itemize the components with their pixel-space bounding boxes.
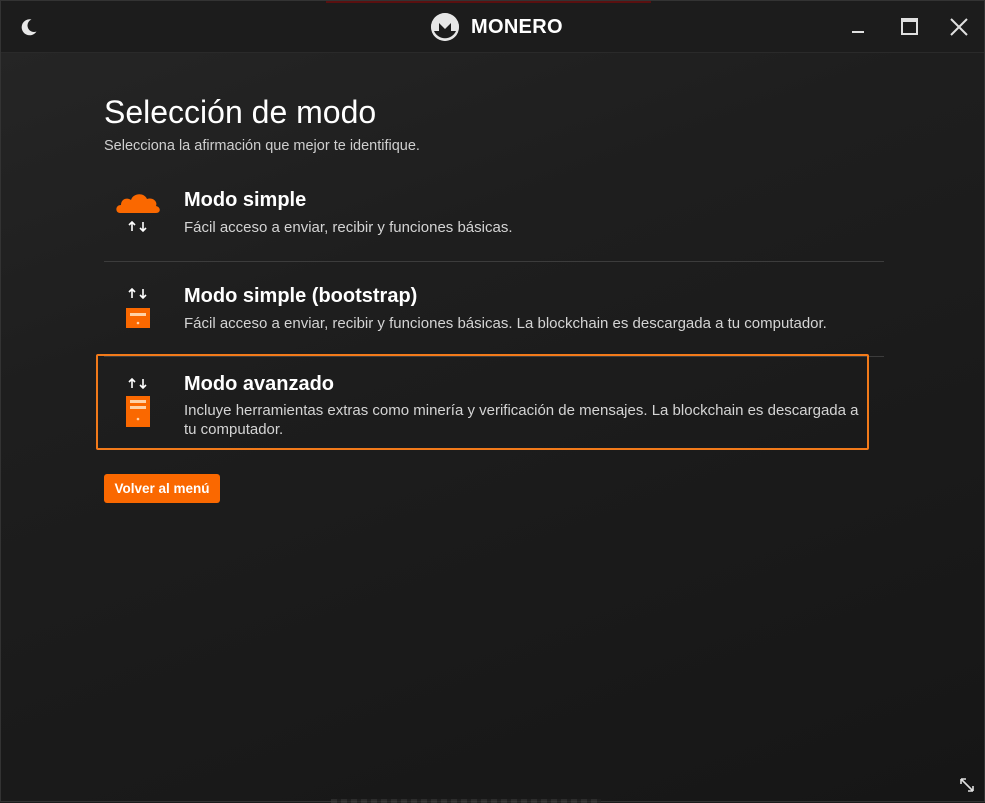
- app-window: MONERO Selección de modo Selecciona la a…: [0, 0, 985, 803]
- close-icon[interactable]: [943, 11, 975, 43]
- status-strip: [331, 799, 601, 803]
- back-to-menu-button[interactable]: Volver al menú: [104, 474, 220, 503]
- minimize-icon[interactable]: [842, 11, 874, 43]
- page-subtitle: Selecciona la afirmación que mejor te id…: [104, 138, 420, 154]
- moon-icon[interactable]: [18, 16, 40, 38]
- divider: [104, 261, 884, 262]
- app-title: MONERO: [471, 15, 563, 38]
- resize-icon[interactable]: [958, 776, 976, 794]
- page-title: Selección de modo: [104, 94, 377, 130]
- cloud-transfer-icon: [116, 194, 160, 233]
- mode-description: Fácil acceso a enviar, recibir y funcion…: [184, 315, 827, 332]
- brand: MONERO: [431, 13, 563, 41]
- maximize-icon[interactable]: [893, 11, 925, 43]
- mode-title: Modo simple: [184, 189, 307, 211]
- mode-description: Fácil acceso a enviar, recibir y funcion…: [184, 219, 513, 236]
- mode-option-bootstrap[interactable]: Modo simple (bootstrap) Fácil acceso a e…: [104, 277, 884, 349]
- small-server-transfer-icon: [126, 287, 150, 328]
- mode-option-simple[interactable]: Modo simple Fácil acceso a enviar, recib…: [104, 181, 884, 253]
- mode-title: Modo simple (bootstrap): [184, 285, 418, 307]
- title-bar-accent: [326, 1, 651, 3]
- title-bar[interactable]: MONERO: [1, 1, 984, 53]
- monero-logo-icon: [431, 13, 459, 41]
- selected-mode-highlight: [96, 354, 869, 450]
